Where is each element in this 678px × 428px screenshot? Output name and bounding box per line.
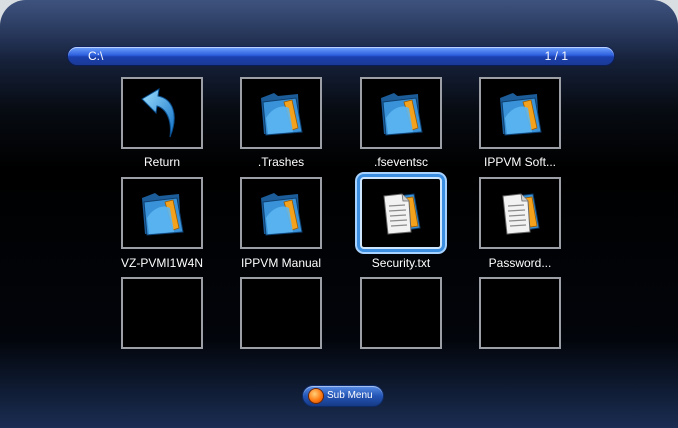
sub-menu-button[interactable]: Sub Menu [302, 385, 384, 407]
text-file-icon [383, 193, 421, 235]
path-bar: C:\ 1 / 1 [68, 47, 614, 65]
orange-dot-icon [309, 389, 323, 403]
folder-icon [261, 193, 303, 236]
current-path: C:\ [88, 49, 104, 63]
sub-menu-label: Sub Menu [327, 390, 373, 401]
folder-icon [381, 93, 423, 136]
tile-label: .Trashes [257, 155, 305, 169]
tile-label: .fseventsc [373, 155, 429, 169]
tile-label: Security.txt [371, 256, 431, 270]
page-indicator: 1 / 1 [544, 49, 568, 63]
tile-folder[interactable] [240, 77, 322, 149]
tile-empty [479, 277, 561, 349]
tile-label: IPPVM Manual [240, 256, 322, 270]
tile-label: Password... [488, 256, 552, 270]
tile-folder[interactable] [240, 177, 322, 249]
tile-empty [121, 277, 203, 349]
tile-folder[interactable] [121, 177, 203, 249]
tile-file[interactable] [479, 177, 561, 249]
tile-label: IPPVM Soft... [483, 155, 557, 169]
tile-label: Return [143, 155, 181, 169]
folder-icon [500, 93, 542, 136]
tile-folder[interactable] [360, 77, 442, 149]
tile-empty [240, 277, 322, 349]
return-arrow-icon [141, 88, 175, 138]
tile-file-selected[interactable] [360, 177, 442, 249]
tile-empty [360, 277, 442, 349]
tile-return[interactable] [121, 77, 203, 149]
tile-folder[interactable] [479, 77, 561, 149]
folder-icon [142, 193, 184, 236]
text-file-icon [502, 193, 540, 235]
folder-icon [261, 93, 303, 136]
tile-label: VZ-PVMI1W4N [120, 256, 203, 270]
file-browser-screen: C:\ 1 / 1 Return .Trashes .fseventsc IPP… [0, 0, 678, 428]
